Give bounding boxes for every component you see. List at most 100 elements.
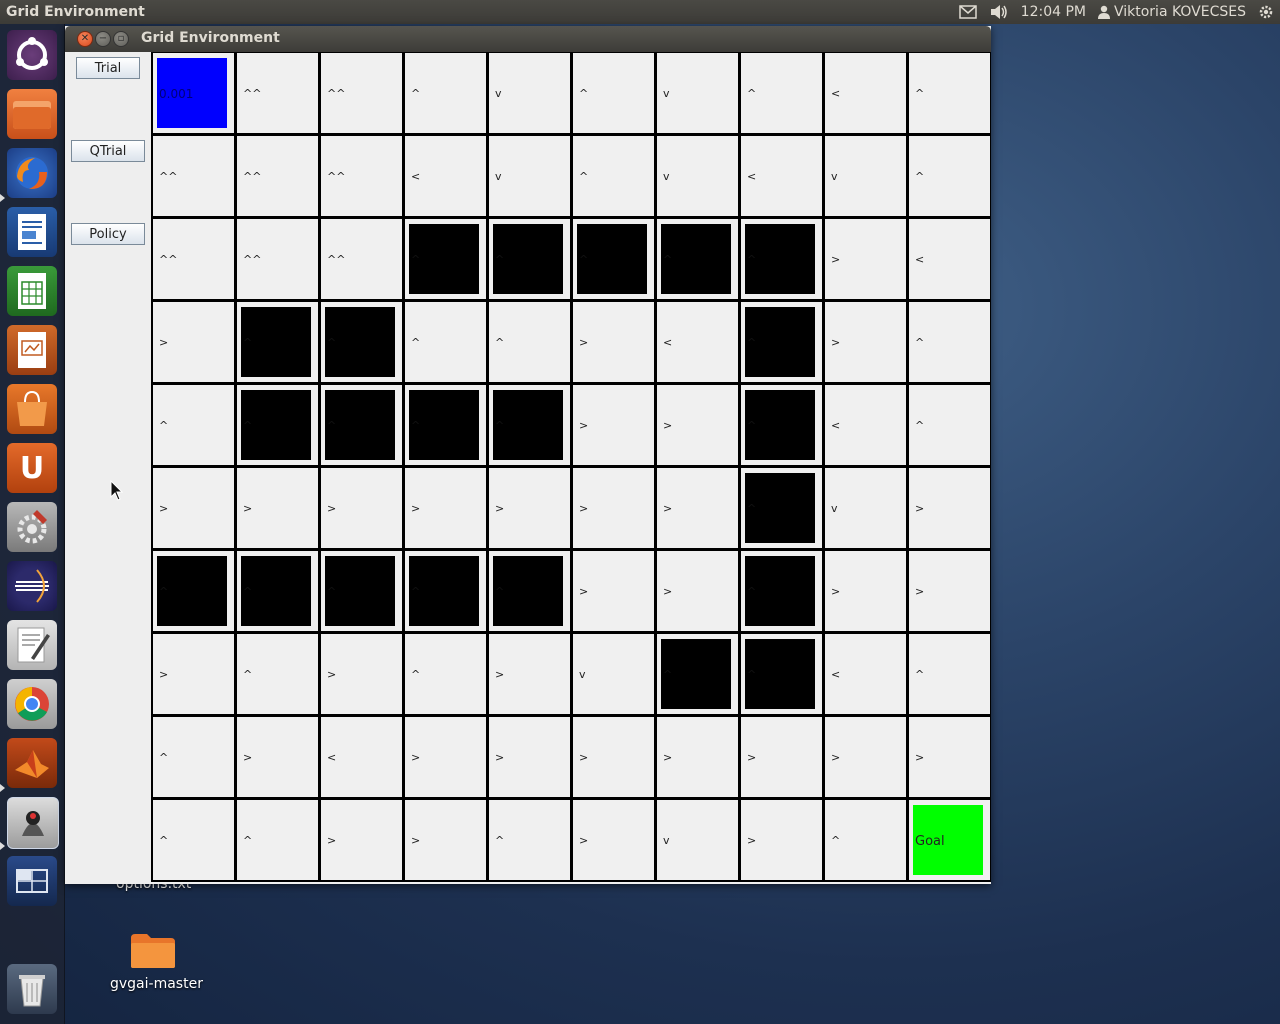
workspace-switcher-icon[interactable] — [7, 856, 57, 906]
grid-cell: v — [657, 136, 738, 216]
text-editor-icon[interactable] — [7, 620, 57, 670]
volume-icon[interactable] — [983, 0, 1015, 24]
grid-cell: v — [825, 136, 906, 216]
cell-policy-label: < — [915, 253, 925, 266]
cell-policy-label: ^ — [411, 87, 421, 100]
cell-policy-label: > — [747, 751, 757, 764]
grid-cell: ^ — [825, 800, 906, 880]
cell-policy-label: > — [159, 668, 169, 681]
gear-icon[interactable] — [1252, 0, 1280, 24]
policy-button[interactable]: Policy — [71, 223, 145, 245]
mail-icon[interactable] — [953, 0, 983, 24]
system-settings-icon[interactable] — [7, 502, 57, 552]
cell-policy-label: < — [327, 751, 337, 764]
cell-policy-label: > — [327, 668, 337, 681]
window-titlebar[interactable]: ✕ − ▫ Grid Environment — [65, 26, 991, 52]
cell-policy-label: ^ — [159, 751, 169, 764]
grid-cell: v — [489, 136, 570, 216]
user-name: Viktoria KOVECSES — [1113, 4, 1246, 20]
grid-cell: > — [573, 717, 654, 797]
chrome-icon[interactable] — [7, 679, 57, 729]
grid-cell: > — [825, 717, 906, 797]
grid-cell: ^ — [489, 302, 570, 382]
grid-cell: < — [405, 136, 486, 216]
software-center-icon[interactable] — [7, 384, 57, 434]
grid-cell: v — [573, 634, 654, 714]
wall-cell: ^ — [237, 302, 318, 382]
cell-policy-label: > — [495, 502, 505, 515]
cell-policy-label: > — [915, 502, 925, 515]
grid-cell: ^ — [489, 800, 570, 880]
user-menu[interactable]: Viktoria KOVECSES — [1092, 0, 1252, 24]
eclipse-icon[interactable] — [7, 561, 57, 611]
cell-policy-label: ^ — [747, 502, 757, 515]
grid-cell: ^ — [741, 53, 822, 133]
clock[interactable]: 12:04 PM — [1015, 0, 1092, 24]
user-icon — [1097, 5, 1110, 19]
cell-policy-label: ^ — [579, 170, 589, 183]
ubuntu-one-icon[interactable]: U — [7, 443, 57, 493]
running-indicator — [0, 842, 5, 850]
cell-policy-label: v — [831, 502, 838, 515]
cell-policy-label: ^ — [915, 668, 925, 681]
cell-policy-label: > — [663, 751, 673, 764]
grid-cell: v — [657, 53, 738, 133]
cell-policy-label: ^ — [747, 668, 757, 681]
cell-policy-label: > — [495, 668, 505, 681]
cell-policy-label: > — [579, 502, 589, 515]
grid-cell: > — [573, 551, 654, 631]
qtrial-button[interactable]: QTrial — [71, 140, 145, 162]
cell-policy-label: ^ — [747, 87, 757, 100]
cell-policy-label: > — [327, 502, 337, 515]
trial-button[interactable]: Trial — [76, 57, 140, 79]
cell-policy-label: ^^ — [327, 87, 346, 100]
cell-policy-label: ^ — [747, 336, 757, 349]
indicator-area: 12:04 PM Viktoria KOVECSES — [953, 0, 1280, 24]
ubuntu-dash-icon[interactable] — [7, 30, 57, 80]
writer-icon[interactable] — [7, 207, 57, 257]
cell-policy-label: > — [663, 502, 673, 515]
cell-policy-label: ^ — [243, 419, 253, 432]
impress-icon[interactable] — [7, 325, 57, 375]
grid-cell: < — [825, 385, 906, 465]
grid-cell: > — [321, 800, 402, 880]
grid-cell: > — [573, 800, 654, 880]
cell-policy-label: > — [579, 336, 589, 349]
grid-cell: > — [405, 468, 486, 548]
cell-policy-label: v — [579, 668, 586, 681]
cell-policy-label: > — [243, 502, 253, 515]
grid-cell: > — [405, 717, 486, 797]
files-icon[interactable] — [7, 89, 57, 139]
maximize-button[interactable]: ▫ — [113, 31, 129, 47]
close-button[interactable]: ✕ — [77, 31, 93, 47]
firefox-icon[interactable] — [7, 148, 57, 198]
calc-icon[interactable] — [7, 266, 57, 316]
cell-policy-label: > — [579, 834, 589, 847]
grid-cell: ^ — [909, 136, 990, 216]
cell-policy-label: ^ — [243, 336, 253, 349]
cell-policy-label: > — [663, 419, 673, 432]
folder-icon[interactable] — [129, 932, 177, 970]
trash-icon[interactable] — [7, 964, 57, 1014]
cell-policy-label: > — [159, 502, 169, 515]
grid-cell: < — [657, 302, 738, 382]
grid-cell: > — [153, 468, 234, 548]
grid-cell: ^^ — [237, 136, 318, 216]
desktop-folder-label[interactable]: gvgai-master — [110, 976, 203, 992]
grid-cell: > — [657, 717, 738, 797]
grid-cell: > — [657, 468, 738, 548]
java-icon[interactable] — [7, 797, 59, 849]
control-panel: Trial QTrial Policy — [65, 52, 151, 884]
grid-cell: < — [741, 136, 822, 216]
minimize-button[interactable]: − — [95, 31, 111, 47]
grid-cell: < — [825, 634, 906, 714]
matlab-icon[interactable] — [7, 738, 57, 788]
cell-policy-label: ^ — [159, 585, 169, 598]
wall-cell: ^ — [741, 302, 822, 382]
cell-policy-label: > — [579, 751, 589, 764]
cell-policy-label: ^ — [411, 419, 421, 432]
cell-policy-label: v — [663, 834, 670, 847]
cell-policy-label: > — [831, 336, 841, 349]
grid-cell: < — [825, 53, 906, 133]
cell-policy-label: > — [495, 751, 505, 764]
